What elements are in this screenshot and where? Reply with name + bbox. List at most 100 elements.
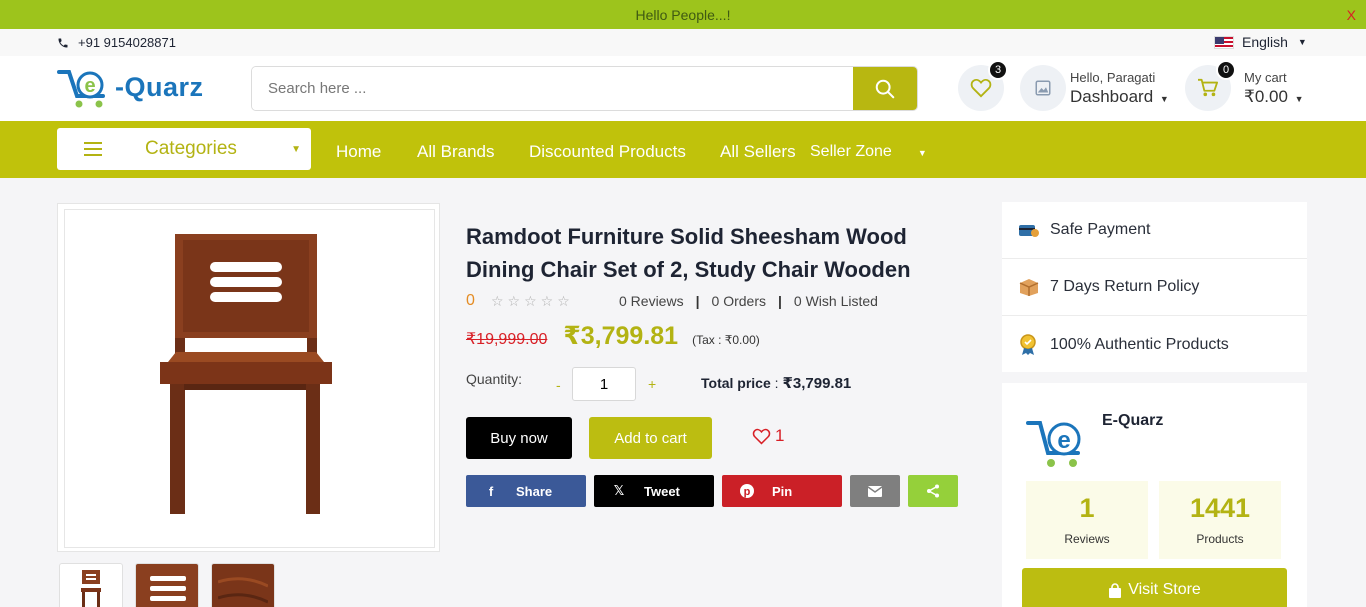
pinterest-share-label: Pin xyxy=(772,483,793,499)
language-label: English xyxy=(1242,34,1288,50)
seller-logo-icon: e xyxy=(1026,421,1081,467)
cart-icon xyxy=(1198,78,1218,97)
main-product-image[interactable] xyxy=(64,209,435,548)
wishlist-count-badge: 3 xyxy=(988,60,1008,80)
product-gallery xyxy=(57,203,440,552)
chair-thumbnail xyxy=(81,570,101,607)
menu-icon xyxy=(84,142,102,156)
total-price: Total price : ₹3,799.81 xyxy=(701,375,852,392)
price-row: ₹19,999.00 ₹3,799.81 (Tax : ₹0.00) xyxy=(466,321,760,351)
logo-text: -Quarz xyxy=(115,71,204,102)
cart-logo-icon: e xyxy=(57,70,105,108)
chair-closeup-thumbnail xyxy=(142,568,192,607)
add-to-cart-button[interactable]: Add to cart xyxy=(589,417,712,459)
nav-discounted-products[interactable]: Discounted Products xyxy=(529,142,686,162)
announcement-text: Hello People...! xyxy=(635,6,731,23)
feature-authentic-products: 100% Authentic Products xyxy=(1002,316,1307,373)
pinterest-icon: p xyxy=(722,483,772,499)
feature-label: 7 Days Return Policy xyxy=(1050,278,1200,295)
top-strip: +91 9154028871 English ▼ xyxy=(0,29,1366,56)
total-price-value: ₹3,799.81 xyxy=(782,375,852,392)
chevron-down-icon: ▼ xyxy=(917,148,927,158)
seller-logo[interactable]: e xyxy=(1026,413,1090,474)
quantity-label: Quantity: xyxy=(466,371,523,387)
user-greeting: Hello, Paragati xyxy=(1070,70,1156,85)
facebook-icon: f xyxy=(488,483,494,499)
search-button[interactable] xyxy=(853,67,917,110)
facebook-share-label: Share xyxy=(516,483,553,499)
star-rating-icon: ☆☆☆☆☆ xyxy=(491,292,574,309)
seller-reviews-count: 1 xyxy=(1079,493,1095,523)
phone-number: +91 9154028871 xyxy=(78,35,176,50)
email-share-button[interactable] xyxy=(850,475,900,507)
x-icon: 𝕏 xyxy=(613,483,625,498)
main-nav: Categories ▼ Home All Brands Discounted … xyxy=(0,121,1366,178)
more-share-button[interactable] xyxy=(908,475,958,507)
quantity-row: Quantity: - + Total price : ₹3,799.81 xyxy=(466,367,851,401)
facebook-share-button[interactable]: f Share xyxy=(466,475,586,507)
categories-dropdown[interactable]: Categories ▼ xyxy=(57,128,311,170)
twitter-share-button[interactable]: 𝕏 Tweet xyxy=(594,475,714,507)
announcement-bar: Hello People...! X xyxy=(0,0,1366,29)
buy-now-button[interactable]: Buy now xyxy=(466,417,572,459)
us-flag-icon xyxy=(1214,35,1234,49)
visit-store-button[interactable]: Visit Store xyxy=(1022,568,1287,607)
tax-info: (Tax : ₹0.00) xyxy=(692,333,760,347)
seller-products-count: 1441 xyxy=(1189,493,1251,523)
nav-all-brands[interactable]: All Brands xyxy=(417,142,494,162)
nav-home[interactable]: Home xyxy=(336,142,381,162)
add-to-wishlist-button[interactable]: 1 xyxy=(752,426,784,446)
phone-contact[interactable]: +91 9154028871 xyxy=(57,35,176,50)
thumbnail-1[interactable] xyxy=(59,563,123,607)
total-price-label: Total price xyxy=(701,375,771,391)
search-input[interactable] xyxy=(252,67,853,110)
seller-name: E-Quarz xyxy=(1102,412,1164,429)
heart-icon xyxy=(970,78,992,98)
cart-label: My cart xyxy=(1244,70,1287,85)
cart-menu[interactable]: My cart ₹0.00 ▼ xyxy=(1244,70,1304,107)
feature-safe-payment: Safe Payment xyxy=(1002,202,1307,259)
seller-products-stat: 1441 Products xyxy=(1159,481,1281,559)
quantity-decrease-button[interactable]: - xyxy=(556,377,561,393)
seller-reviews-stat: 1 Reviews xyxy=(1026,481,1148,559)
divider: | xyxy=(695,293,700,309)
language-selector[interactable]: English ▼ xyxy=(1214,34,1307,50)
cart-total: ₹0.00 xyxy=(1244,87,1288,106)
wood-texture-thumbnail xyxy=(218,568,268,607)
nav-seller-zone[interactable]: Seller Zone ▼ xyxy=(810,143,927,161)
thumbnail-2[interactable] xyxy=(135,563,199,607)
seller-products-label: Products xyxy=(1196,532,1244,546)
nav-all-sellers[interactable]: All Sellers xyxy=(720,142,796,162)
svg-text:e: e xyxy=(84,75,95,97)
svg-text:p: p xyxy=(744,486,751,498)
image-placeholder-icon xyxy=(1035,80,1051,96)
divider: | xyxy=(777,293,782,309)
quantity-input[interactable] xyxy=(572,367,636,401)
dashboard-label: Dashboard xyxy=(1070,87,1154,106)
thumbnail-3[interactable] xyxy=(211,563,275,607)
pinterest-share-button[interactable]: p Pin xyxy=(722,475,842,507)
twitter-share-label: Tweet xyxy=(644,483,680,499)
product-title: Ramdoot Furniture Solid Sheesham Wood Di… xyxy=(466,224,911,282)
chevron-down-icon: ▼ xyxy=(291,143,301,155)
search-bar xyxy=(251,66,918,111)
orders-count: 0 Orders xyxy=(711,293,766,309)
payment-card-icon xyxy=(1018,221,1050,239)
avatar[interactable] xyxy=(1020,65,1066,111)
svg-text:e: e xyxy=(1057,427,1070,454)
features-panel: Safe Payment 7 Days Return Policy 100% A… xyxy=(1002,202,1307,372)
wishlist-count: 1 xyxy=(775,426,785,445)
dashboard-menu[interactable]: Hello, Paragati Dashboard ▼ xyxy=(1070,70,1169,107)
seller-panel: e E-Quarz 1 Reviews 1441 Products Visit … xyxy=(1002,383,1307,607)
email-icon xyxy=(868,485,882,497)
chevron-down-icon: ▼ xyxy=(1159,94,1169,104)
chair-image xyxy=(159,233,332,514)
feature-return-policy: 7 Days Return Policy xyxy=(1002,259,1307,316)
feature-label: Safe Payment xyxy=(1050,221,1151,238)
reviews-count: 0 Reviews xyxy=(619,293,684,309)
logo[interactable]: e -Quarz xyxy=(57,66,204,108)
quantity-increase-button[interactable]: + xyxy=(648,376,656,392)
announcement-close-button[interactable]: X xyxy=(1347,7,1356,23)
visit-store-label: Visit Store xyxy=(1128,581,1201,598)
wish-listed-count: 0 Wish Listed xyxy=(793,293,878,309)
